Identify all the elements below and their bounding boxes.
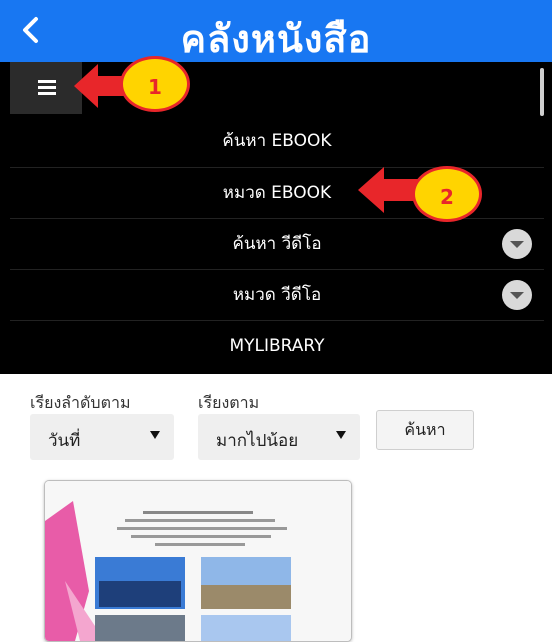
chevron-down-icon[interactable] — [502, 280, 532, 310]
caret-down-icon — [336, 431, 346, 439]
order-select[interactable]: มากไปน้อย — [198, 414, 360, 460]
order-value: มากไปน้อย — [216, 431, 299, 451]
chevron-down-icon[interactable] — [502, 229, 532, 259]
sort-by-label: เรียงลำดับตาม — [30, 393, 131, 412]
menu-item-label: ค้นหา วีดีโอ — [232, 234, 322, 254]
menu-item-label: ค้นหา EBOOK — [222, 131, 332, 151]
menu-item-video-category[interactable]: หมวด วีดีโอ — [10, 269, 544, 321]
menu-item-label: หมวด EBOOK — [222, 183, 332, 203]
sort-by-value: วันที่ — [48, 431, 81, 451]
menu-item-label: MYLIBRARY — [229, 336, 325, 356]
app-header: คลังหนังสือ — [0, 0, 552, 62]
menu-item-label: หมวด วีดีโอ — [232, 285, 322, 305]
menu-item-search-ebook[interactable]: ค้นหา EBOOK — [10, 116, 544, 167]
ebook-cover-image — [45, 481, 351, 641]
ebook-card[interactable] — [44, 480, 352, 642]
menu-item-mylibrary[interactable]: MYLIBRARY — [10, 320, 544, 372]
callout-badge: 2 — [412, 166, 482, 222]
caret-down-icon — [150, 431, 160, 439]
order-label: เรียงตาม — [198, 393, 260, 412]
sort-by-select[interactable]: วันที่ — [30, 414, 174, 460]
menu-item-search-video[interactable]: ค้นหา วีดีโอ — [10, 218, 544, 270]
search-button[interactable]: ค้นหา — [376, 410, 474, 450]
scrollbar[interactable] — [540, 68, 544, 116]
callout-badge: 1 — [120, 56, 190, 112]
